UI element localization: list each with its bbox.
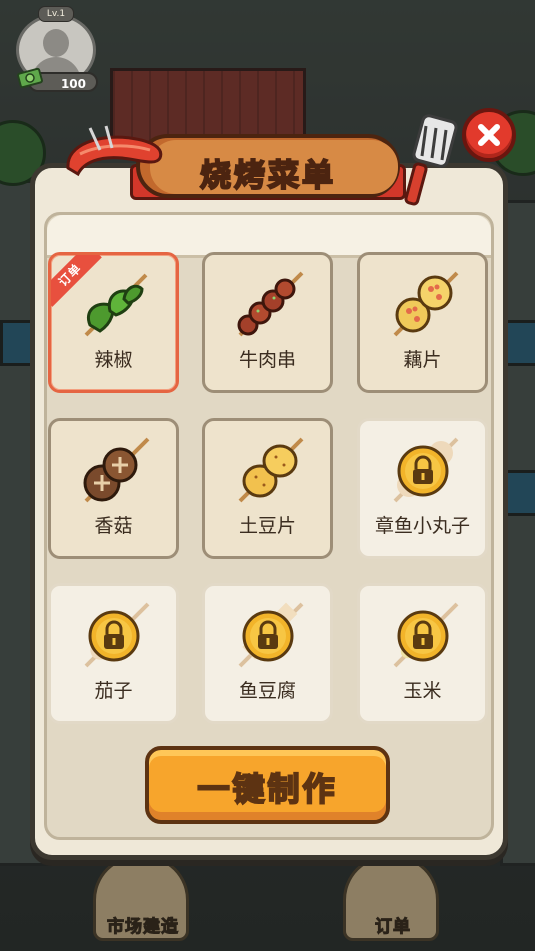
menu-item-name: 藕片 — [403, 349, 442, 371]
sausage-icon — [66, 125, 163, 177]
menu-item-name: 章鱼小丸子 — [374, 515, 470, 537]
nav-market-label: 市场建造 — [107, 917, 179, 938]
menu-item-name: 牛肉串 — [238, 349, 296, 371]
spatula-icon — [404, 114, 458, 206]
menu-item-name: 茄子 — [94, 680, 133, 702]
level-badge: Lv.1 — [38, 6, 74, 22]
close-button[interactable] — [462, 108, 516, 162]
menu-item-name: 玉米 — [403, 680, 442, 702]
menu-item-beef-skewer[interactable]: 牛肉串 — [202, 252, 333, 393]
menu-item-eggplant[interactable]: 茄子 — [48, 583, 179, 724]
close-icon — [478, 124, 500, 146]
menu-item-mushroom[interactable]: 香菇 — [48, 418, 179, 559]
lock-icon — [242, 610, 294, 662]
beef-skewer-icon — [237, 271, 304, 337]
menu-item-name: 鱼豆腐 — [238, 680, 296, 702]
nav-orders-label: 订单 — [375, 917, 411, 938]
one-click-cook-button[interactable]: 一键制作 — [145, 746, 390, 824]
lotus-root-skewer-icon — [393, 271, 459, 337]
menu-item-potato-slice[interactable]: 土豆片 — [202, 418, 333, 559]
lock-icon — [88, 610, 140, 662]
menu-item-corn[interactable]: 玉米 — [357, 583, 488, 724]
player-profile[interactable]: Lv.1 100 — [14, 6, 98, 92]
lock-icon — [397, 610, 449, 662]
cook-button-label: 一键制作 — [196, 769, 338, 809]
menu-item-chili[interactable]: 订单 辣椒 — [48, 252, 179, 393]
nav-market-build[interactable]: 市场建造 — [68, 855, 218, 945]
menu-title-banner: 烧烤菜单 — [130, 128, 406, 204]
chili-skewer-icon — [84, 273, 148, 337]
lock-icon — [397, 445, 449, 497]
nav-orders[interactable]: 订单 — [318, 855, 468, 945]
mushroom-skewer-icon — [83, 437, 150, 503]
menu-item-takoyaki[interactable]: 章鱼小丸子 — [357, 418, 488, 559]
menu-title: 烧烤菜单 — [199, 157, 336, 195]
menu-item-name: 土豆片 — [238, 515, 296, 537]
menu-item-name: 辣椒 — [94, 349, 133, 371]
menu-item-name: 香菇 — [94, 515, 133, 537]
potato-slice-skewer-icon — [238, 437, 304, 503]
menu-item-lotus-root[interactable]: 藕片 — [357, 252, 488, 393]
menu-item-fish-tofu[interactable]: 鱼豆腐 — [202, 583, 333, 724]
